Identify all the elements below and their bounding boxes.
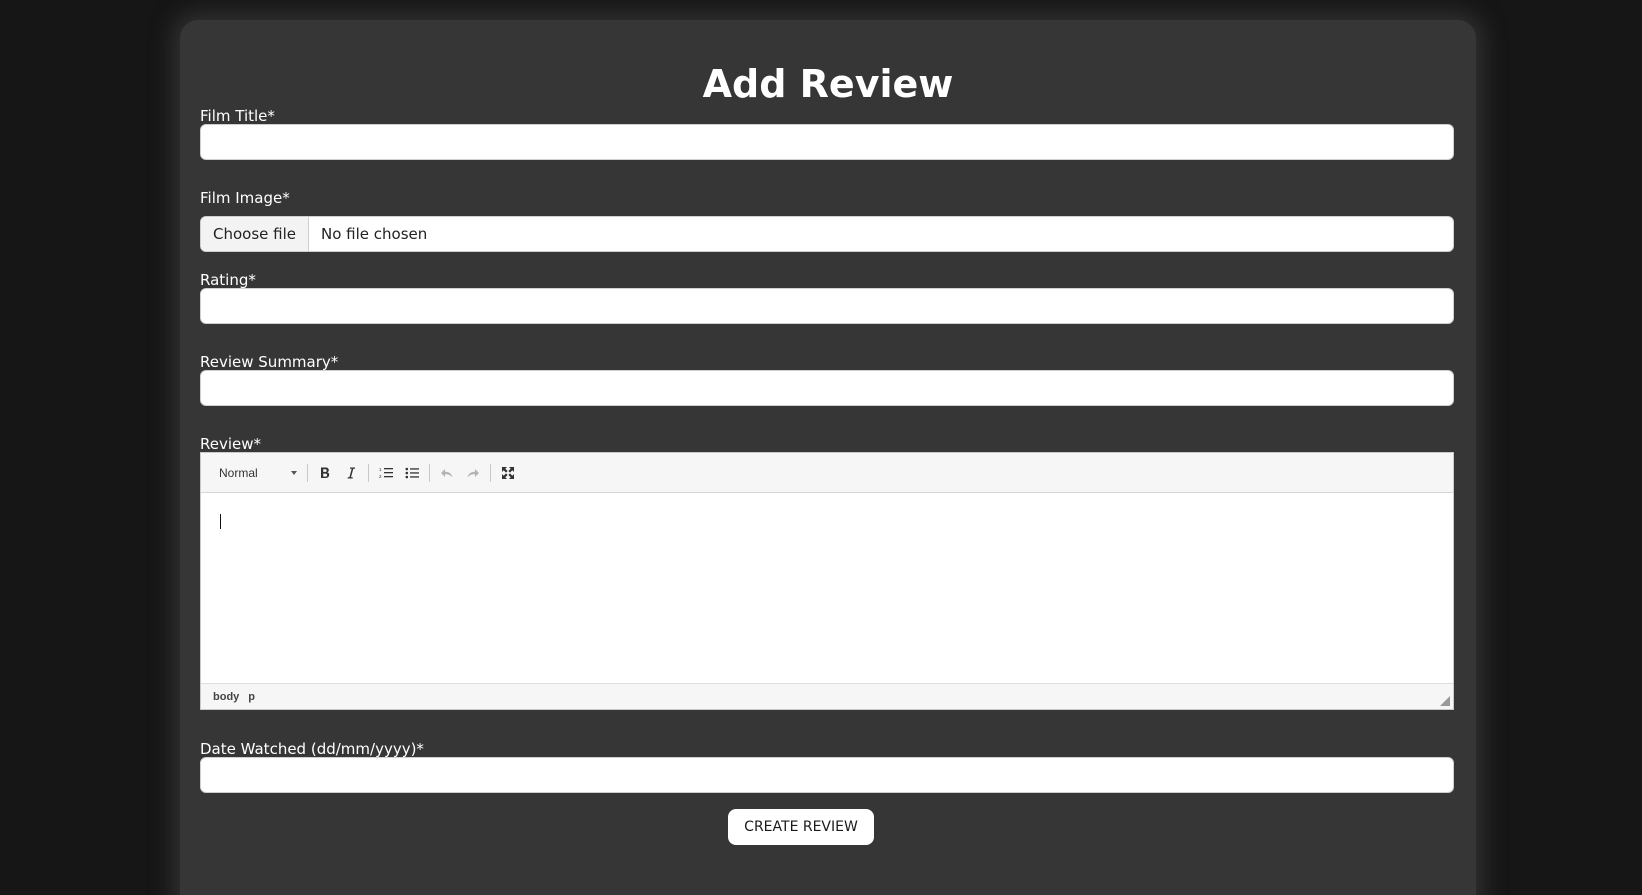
film-image-label: Film Image* [200, 189, 290, 207]
editor-toolbar: Normal 12 [201, 453, 1453, 493]
italic-icon [347, 467, 355, 478]
format-select[interactable]: Normal [215, 466, 303, 480]
choose-file-button[interactable]: Choose file [201, 217, 309, 251]
film-title-label: Film Title* [200, 107, 275, 125]
fullscreen-button[interactable] [495, 460, 521, 486]
rating-label: Rating* [200, 271, 256, 289]
bold-icon [321, 467, 330, 478]
toolbar-divider [490, 463, 491, 482]
toolbar-divider [368, 463, 369, 482]
bullet-list-icon [405, 467, 419, 478]
page-title: Add Review [702, 62, 954, 106]
chevron-down-icon [291, 470, 297, 475]
undo-button[interactable] [434, 460, 460, 486]
review-summary-input[interactable] [200, 370, 1454, 406]
italic-button[interactable] [338, 460, 364, 486]
format-select-value: Normal [219, 465, 258, 480]
statusbar-path-body[interactable]: body [213, 691, 239, 703]
review-label: Review* [200, 435, 262, 453]
film-image-file-input[interactable]: Choose file No file chosen [200, 216, 1454, 252]
fullscreen-icon [502, 466, 514, 479]
svg-text:2: 2 [379, 474, 382, 479]
bold-button[interactable] [312, 460, 338, 486]
editor-content-area[interactable] [201, 493, 1453, 685]
ordered-list-button[interactable]: 12 [373, 460, 399, 486]
resize-handle-icon[interactable] [1440, 696, 1450, 706]
create-review-button[interactable]: CREATE REVIEW [728, 809, 874, 845]
statusbar-path-p[interactable]: p [248, 691, 255, 703]
film-title-input[interactable] [200, 124, 1454, 160]
rating-input[interactable] [200, 288, 1454, 324]
undo-icon [441, 468, 453, 477]
date-watched-input[interactable] [200, 757, 1454, 793]
redo-icon [467, 468, 479, 477]
review-editor: Normal 12 body p [200, 452, 1454, 710]
review-summary-label: Review Summary* [200, 353, 339, 371]
bullet-list-button[interactable] [399, 460, 425, 486]
page: Add Review Film Title* Film Image* Choos… [0, 0, 1642, 895]
toolbar-divider [307, 463, 308, 482]
file-status-text: No file chosen [321, 225, 428, 243]
add-review-card: Add Review Film Title* Film Image* Choos… [180, 20, 1476, 895]
svg-text:1: 1 [379, 467, 382, 472]
ordered-list-icon: 12 [379, 467, 393, 479]
editor-statusbar: body p [201, 683, 1453, 709]
redo-button[interactable] [460, 460, 486, 486]
text-cursor [220, 514, 221, 529]
date-watched-label: Date Watched (dd/mm/yyyy)* [200, 740, 424, 758]
toolbar-divider [429, 463, 430, 482]
